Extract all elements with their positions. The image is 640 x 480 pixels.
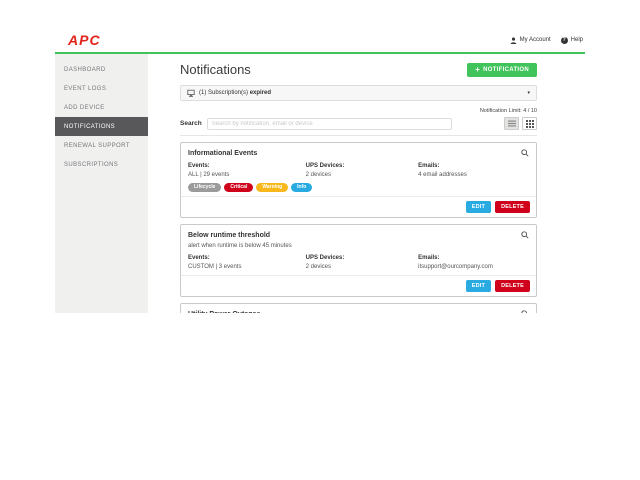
top-bar: APC My Account ? Help [55, 28, 585, 52]
main-panel: Notifications + NOTIFICATION (1) Subscri… [148, 54, 585, 313]
sidebar-item-event-logs[interactable]: EVENT LOGS [55, 79, 148, 98]
ups-devices-label: UPS Devices: [306, 255, 419, 261]
card-header: Below runtime threshold [181, 225, 536, 243]
events-column: Events: CUSTOM | 3 events [188, 255, 306, 271]
emails-column: Emails: 4 email addresses [418, 163, 529, 192]
grid-view-icon [526, 120, 534, 128]
sidebar: DASHBOARD EVENT LOGS ADD DEVICE NOTIFICA… [55, 54, 148, 313]
card-title: Utility Power Outages [188, 311, 260, 314]
banner-text-normal: (1) Subscription(s) [199, 90, 248, 96]
severity-badges: Lifecycle Critical Warning Info [188, 183, 306, 192]
banner-text-bold: expired [250, 90, 271, 96]
emails-value: 4 email addresses [418, 172, 529, 179]
notification-card-informational-events: Informational Events Events: ALL | 29 ev… [180, 142, 537, 218]
monitor-icon [187, 89, 195, 97]
search-icon[interactable] [521, 310, 529, 313]
emails-value: itsupport@ourcompany.com [418, 264, 529, 271]
card-columns: Events: CUSTOM | 3 events UPS Devices: 2… [181, 253, 536, 275]
page-title: Notifications [180, 62, 251, 77]
notification-limit: Notification Limit: 4 / 10 [180, 108, 537, 114]
sidebar-item-subscriptions[interactable]: SUBSCRIPTIONS [55, 155, 148, 174]
delete-button[interactable]: DELETE [495, 201, 530, 213]
card-title: Informational Events [188, 150, 257, 157]
search-row: Search [180, 117, 537, 136]
events-column: Events: ALL | 29 events Lifecycle Critic… [188, 163, 306, 192]
view-toggles [504, 117, 537, 130]
card-header: Utility Power Outages [181, 304, 536, 313]
sidebar-item-notifications[interactable]: NOTIFICATIONS [55, 117, 148, 136]
emails-label: Emails: [418, 163, 529, 169]
card-subtitle: alert when runtime is below 45 minutes [181, 243, 536, 253]
search-input[interactable] [207, 118, 452, 130]
ups-devices-value: 2 devices [306, 172, 419, 179]
card-columns: Events: ALL | 29 events Lifecycle Critic… [181, 161, 536, 196]
add-notification-button[interactable]: + NOTIFICATION [467, 63, 537, 77]
badge-warning: Warning [256, 183, 288, 192]
plus-icon: + [475, 67, 480, 73]
app-window: APC My Account ? Help DASHBOARD EVENT LO… [55, 28, 585, 313]
badge-lifecycle: Lifecycle [188, 183, 221, 192]
top-bar-right: My Account ? Help [510, 37, 583, 44]
sidebar-item-renewal-support[interactable]: RENEWAL SUPPORT [55, 136, 148, 155]
person-icon [510, 37, 517, 44]
grid-view-button[interactable] [522, 117, 537, 130]
events-label: Events: [188, 255, 306, 261]
notification-card-below-runtime-threshold: Below runtime threshold alert when runti… [180, 224, 537, 297]
help-label: Help [571, 37, 583, 43]
ups-devices-label: UPS Devices: [306, 163, 419, 169]
edit-button[interactable]: EDIT [466, 201, 491, 213]
search-icon[interactable] [521, 149, 529, 157]
events-value: ALL | 29 events [188, 172, 306, 179]
emails-label: Emails: [418, 255, 529, 261]
card-header: Informational Events [181, 143, 536, 161]
delete-button[interactable]: DELETE [495, 280, 530, 292]
card-footer: EDIT DELETE [181, 275, 536, 296]
add-notification-label: NOTIFICATION [483, 67, 529, 73]
title-row: Notifications + NOTIFICATION [180, 62, 537, 77]
my-account-label: My Account [520, 37, 551, 43]
emails-column: Emails: itsupport@ourcompany.com [418, 255, 529, 271]
edit-button[interactable]: EDIT [466, 280, 491, 292]
subscription-expired-banner[interactable]: (1) Subscription(s) expired ▾ [180, 85, 537, 101]
content-area: DASHBOARD EVENT LOGS ADD DEVICE NOTIFICA… [55, 54, 585, 313]
my-account-link[interactable]: My Account [510, 37, 551, 44]
events-label: Events: [188, 163, 306, 169]
ups-devices-column: UPS Devices: 2 devices [306, 255, 419, 271]
chevron-down-icon[interactable]: ▾ [527, 90, 530, 96]
apc-logo: APC [68, 32, 101, 48]
list-view-button[interactable] [504, 117, 519, 130]
help-link[interactable]: ? Help [561, 37, 583, 44]
sidebar-item-add-device[interactable]: ADD DEVICE [55, 98, 148, 117]
help-icon: ? [561, 37, 568, 44]
badge-critical: Critical [224, 183, 253, 192]
ups-devices-value: 2 devices [306, 264, 419, 271]
search-icon[interactable] [521, 231, 529, 239]
banner-text: (1) Subscription(s) expired [199, 90, 271, 96]
card-footer: EDIT DELETE [181, 196, 536, 217]
events-value: CUSTOM | 3 events [188, 264, 306, 271]
sidebar-item-dashboard[interactable]: DASHBOARD [55, 60, 148, 79]
search-label: Search [180, 120, 202, 127]
list-view-icon [508, 120, 516, 127]
notification-card-utility-power-outages: Utility Power Outages Utility Power Out … [180, 303, 537, 313]
card-title: Below runtime threshold [188, 232, 270, 239]
ups-devices-column: UPS Devices: 2 devices [306, 163, 419, 192]
